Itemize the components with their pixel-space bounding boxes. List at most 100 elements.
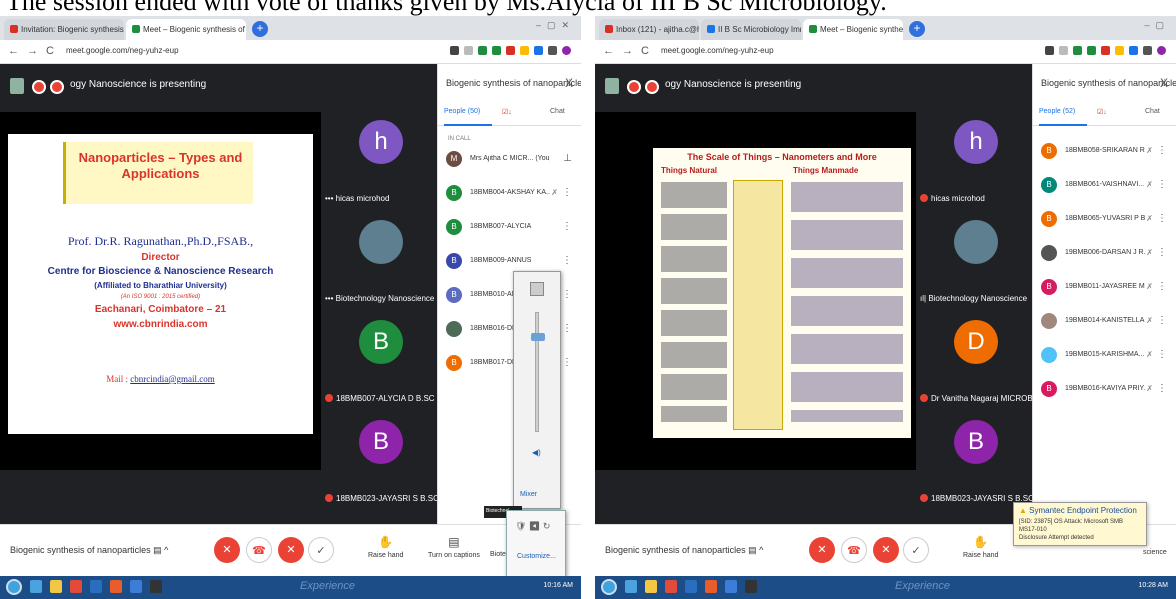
mic-off-button[interactable]: ✕ [214, 537, 240, 563]
start-button[interactable] [6, 579, 22, 595]
presenting-text: ogy Nanoscience is presenting [70, 79, 207, 90]
clock[interactable]: 10:28 AM [1138, 582, 1168, 589]
list-item[interactable]: B 19BMB016-KAVIYA PRIY... ✗ ⋮ [1039, 376, 1173, 406]
tab-chat[interactable]: Chat [550, 108, 565, 115]
meet-icon [132, 25, 140, 33]
more-icon: ⋮ [1157, 179, 1167, 190]
chrome-icon[interactable] [110, 580, 122, 593]
nav-buttons[interactable]: ←→C [8, 45, 62, 57]
meet-icon [809, 25, 817, 33]
more-icon: ⋮ [562, 289, 572, 300]
caption-text: The session ended with vote of thanks gi… [6, 0, 887, 16]
list-item[interactable]: B 18BMB007-ALYCIA ⋮ [444, 214, 578, 244]
url-field[interactable]: meet.google.com/neg-yuhz-eup [66, 46, 179, 55]
raise-hand-button[interactable]: ✋ Raise hand [963, 535, 998, 559]
list-item[interactable]: B 18BMB065-YUVASRI P B... ✗ ⋮ [1039, 206, 1173, 236]
participant-tile[interactable]: B 18BMB007-ALYCIA D B.SC MICR... [321, 312, 464, 412]
folder-icon[interactable] [50, 580, 62, 593]
hand-icon: ✋ [378, 535, 394, 549]
url-field[interactable]: meet.google.com/neg-yuhz-eup [661, 46, 774, 55]
tab-people[interactable]: People (50) [444, 108, 480, 115]
media-icon[interactable] [665, 580, 677, 593]
tab-classroom[interactable]: II B Sc Microbiology Immunology [701, 19, 801, 40]
tab-people[interactable]: People (52) [1039, 108, 1075, 115]
nav-buttons[interactable]: ←→C [603, 45, 657, 57]
chrome-icon[interactable] [705, 580, 717, 593]
tab-invitation[interactable]: Invitation: Biogenic synthesis o [4, 19, 124, 40]
window-controls[interactable]: –▢✕ [536, 20, 575, 31]
camera-off-button[interactable]: ✕ [873, 537, 899, 563]
close-icon[interactable]: X [565, 76, 573, 90]
tab-bar: Invitation: Biogenic synthesis o Meet – … [0, 16, 581, 40]
meeting-title[interactable]: Biogenic synthesis of nanoparticles ▤ ^ [605, 545, 763, 556]
tab-meet[interactable]: Meet – Biogenic synthesis of [803, 19, 903, 40]
list-item[interactable]: M Mrs Ajitha C MICR... (You) ⊥ [444, 146, 578, 176]
presenting-bar: ogy Nanoscience is presenting [595, 64, 1032, 112]
camera-off-button[interactable]: ✕ [278, 537, 304, 563]
word-icon[interactable] [725, 580, 737, 593]
raise-hand-button[interactable]: ✋ Raise hand [368, 535, 403, 559]
speaker-small-icon[interactable]: ◀) [532, 448, 541, 457]
mic-off-icon: ✗ [1146, 146, 1153, 155]
captions-button[interactable]: ▤ Turn on captions [428, 535, 480, 559]
record-icon-2 [50, 80, 64, 94]
tab-chat[interactable]: Chat [1145, 108, 1160, 115]
meeting-title[interactable]: Biogenic synthesis of nanoparticles ▤ ^ [10, 545, 168, 556]
media-icon[interactable] [70, 580, 82, 593]
attendance-icon[interactable]: ☑↓ [1097, 108, 1107, 116]
extension-icons[interactable] [1045, 46, 1166, 55]
left-screenshot: Invitation: Biogenic synthesis o Meet – … [0, 16, 581, 599]
mixer-link[interactable]: Mixer [520, 491, 537, 498]
check-button[interactable]: ✓ [903, 537, 929, 563]
new-tab-button[interactable]: + [252, 21, 268, 37]
close-icon[interactable]: X [1160, 76, 1168, 90]
list-item[interactable]: B 18BMB061-VAISHNAVI... ✗ ⋮ [1039, 172, 1173, 202]
tray-popup: 🛡 ◀ ↻ Customize... [506, 510, 566, 577]
check-button[interactable]: ✓ [308, 537, 334, 563]
list-item[interactable]: B 18BMB004-AKSHAY KA... ✗ ⋮ [444, 180, 578, 210]
slide-mail: Mail : cbnrcindia@gmail.com [106, 374, 215, 384]
app-icon[interactable] [90, 580, 102, 593]
window-controls[interactable]: –▢ [1144, 20, 1170, 31]
folder-icon[interactable] [645, 580, 657, 593]
participant-tile[interactable]: ••• Biotechnology Nanoscience [321, 212, 437, 312]
leave-call-button[interactable]: ☎ [841, 537, 867, 563]
attendance-icon[interactable]: ☑↓ [502, 108, 512, 116]
more-icon: ⋮ [562, 323, 572, 334]
ie-icon[interactable] [625, 580, 637, 593]
mic-off-button[interactable]: ✕ [809, 537, 835, 563]
new-tab-button[interactable]: + [909, 21, 925, 37]
extension-icons[interactable] [450, 46, 571, 55]
app-icon[interactable] [685, 580, 697, 593]
list-item[interactable]: B 18BMB058-SRIKARAN R... ✗ ⋮ [1039, 138, 1173, 168]
ie-icon[interactable] [30, 580, 42, 593]
app-icon-2[interactable] [745, 580, 757, 593]
customize-link[interactable]: Customize... [517, 553, 556, 560]
participant-tile[interactable]: B 18BMB023-JAYASRI S B.SC MIC... [321, 412, 462, 512]
participant-tile[interactable]: D Dr Vanitha Nagaraj MICROBIOL... [916, 312, 1052, 412]
app-icon-2[interactable] [150, 580, 162, 593]
volume-slider[interactable] [531, 312, 545, 432]
leave-call-button[interactable]: ☎ [246, 537, 272, 563]
volume-knob[interactable] [531, 333, 545, 341]
start-button[interactable] [601, 579, 617, 595]
clock[interactable]: 10:16 AM [543, 582, 573, 589]
more-icon: ⋮ [562, 221, 572, 232]
participant-tile[interactable]: ıl| Biotechnology Nanoscience [916, 212, 1032, 312]
tab-inbox[interactable]: Inbox (121) - ajitha.c@hicas.ac.in [599, 19, 699, 40]
tree-avatar-icon [359, 220, 403, 264]
list-item[interactable]: B 19BMB011-JAYASREE M... ✗ ⋮ [1039, 274, 1173, 304]
participant-tile[interactable]: B 18BMB023-JAYASRI S B.SC MIC... [916, 412, 1057, 512]
participant-tile[interactable]: h ••• hicas microhod [321, 112, 437, 212]
list-item[interactable]: 19BMB015-KARISHMA... ✗ ⋮ [1039, 342, 1173, 372]
symantec-notification[interactable]: ▲ Symantec Endpoint Protection [SID: 238… [1013, 502, 1147, 546]
list-item[interactable]: 19BMB014-KANISTELLA... ✗ ⋮ [1039, 308, 1173, 338]
manmade-images [791, 182, 903, 422]
tab-meet[interactable]: Meet – Biogenic synthesis of [126, 19, 246, 40]
participant-tile[interactable]: h hicas microhod [916, 112, 1032, 212]
speaker-icon [530, 282, 544, 296]
tray-icons[interactable]: 🛡 ◀ ↻ [515, 521, 550, 532]
list-item[interactable]: 19BMB006-DARSAN J R... ✗ ⋮ [1039, 240, 1173, 270]
word-icon[interactable] [130, 580, 142, 593]
panel-tabs: People (52) ☑↓ Chat [1033, 104, 1176, 126]
